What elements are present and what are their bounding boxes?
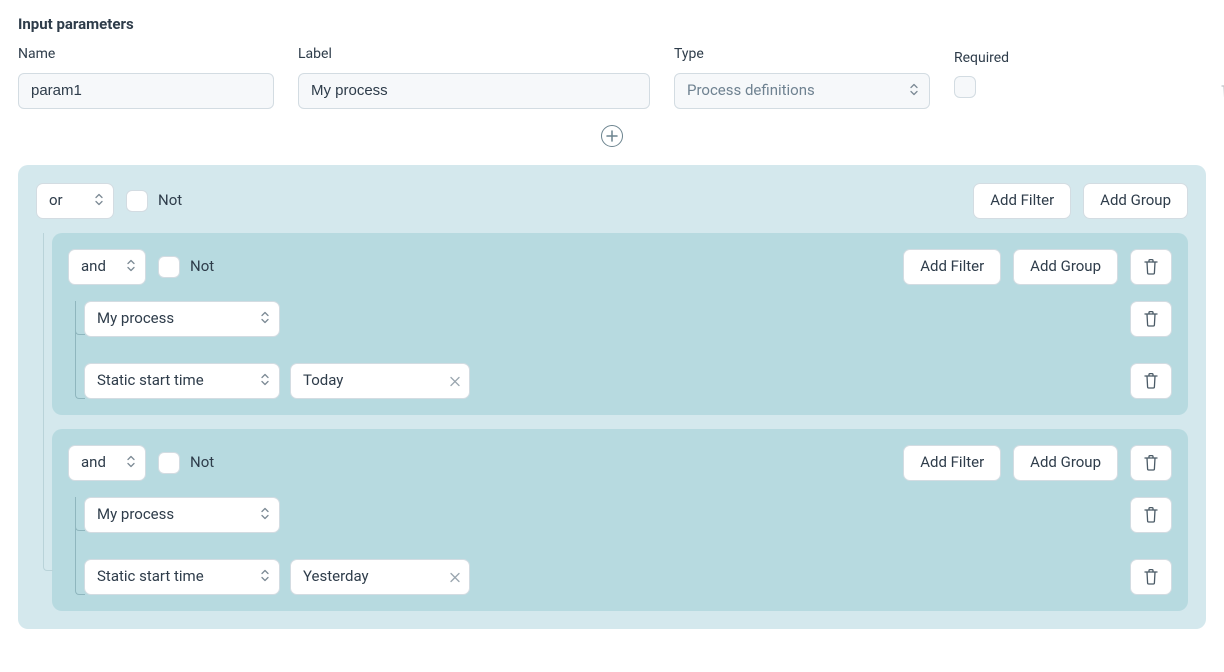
inner1-op-select[interactable]: and [68, 445, 146, 481]
inner0-row0-field-select[interactable]: My process [84, 301, 280, 337]
name-label: Name [18, 45, 274, 65]
x-icon [451, 573, 459, 581]
x-icon [451, 377, 459, 385]
inner1-group-head: and Not Add Filter Add Group [68, 445, 1172, 481]
inner0-row1-field-value: Static start time [97, 370, 204, 391]
inner0-add-filter-button[interactable]: Add Filter [903, 249, 1001, 285]
inner1-row1-value-text: Yesterday [303, 566, 369, 587]
inner0-op-value: and [81, 256, 106, 277]
plus-icon [607, 131, 617, 141]
outer-op-value: or [49, 190, 63, 211]
inner1-row1-field-value: Static start time [97, 566, 204, 587]
required-checkbox[interactable] [954, 76, 976, 98]
inner0-tree: My process Static start time Today [68, 301, 1172, 399]
inner1-row-1: Static start time Yesterday [84, 559, 1172, 595]
outer-not-label: Not [158, 190, 182, 211]
outer-not-wrap: Not [126, 190, 182, 212]
inner0-not-checkbox[interactable] [158, 256, 180, 278]
type-select[interactable]: Process definitions [674, 73, 930, 109]
inner0-row1-value-tag[interactable]: Today [290, 363, 470, 399]
name-column: Name [18, 45, 274, 109]
trash-icon [1142, 506, 1160, 524]
inner0-row1-delete-button[interactable] [1130, 363, 1172, 399]
delete-param-button[interactable] [1198, 73, 1224, 109]
inner1-row1-delete-button[interactable] [1130, 559, 1172, 595]
chevron-updown-icon [126, 452, 136, 473]
inner0-not-wrap: Not [158, 256, 214, 278]
input-params-row: Name Label Type Process definitions Requ… [18, 45, 1206, 109]
chevron-updown-icon [260, 308, 270, 329]
inner1-row0-field-value: My process [97, 504, 174, 525]
inner0-row0-field-value: My process [97, 308, 174, 329]
inner0-add-group-button[interactable]: Add Group [1013, 249, 1118, 285]
label-label: Label [298, 45, 650, 65]
inner1-row1-value-tag[interactable]: Yesterday [290, 559, 470, 595]
outer-not-checkbox[interactable] [126, 190, 148, 212]
trash-icon [1142, 568, 1160, 586]
chevron-updown-icon [909, 80, 919, 101]
chevron-updown-icon [260, 566, 270, 587]
chevron-updown-icon [260, 370, 270, 391]
inner1-row1-field-select[interactable]: Static start time [84, 559, 280, 595]
type-select-value: Process definitions [687, 80, 815, 101]
trash-icon [1142, 372, 1160, 390]
chevron-updown-icon [126, 256, 136, 277]
label-column: Label [298, 45, 650, 109]
inner-group-0: and Not Add Filter Add Group [52, 233, 1188, 415]
name-input[interactable] [18, 73, 274, 109]
inner0-delete-group-button[interactable] [1130, 249, 1172, 285]
inner0-row0-delete-button[interactable] [1130, 301, 1172, 337]
inner0-row-0: My process [84, 301, 1172, 337]
inner1-not-label: Not [190, 452, 214, 473]
inner1-row1-clear-button[interactable] [451, 566, 459, 587]
inner0-row-1: Static start time Today [84, 363, 1172, 399]
inner1-op-value: and [81, 452, 106, 473]
trash-icon [1142, 258, 1160, 276]
section-title: Input parameters [18, 14, 1206, 35]
inner0-row1-field-select[interactable]: Static start time [84, 363, 280, 399]
trash-icon [1219, 82, 1224, 100]
outer-op-select[interactable]: or [36, 183, 114, 219]
inner0-group-head: and Not Add Filter Add Group [68, 249, 1172, 285]
outer-add-filter-button[interactable]: Add Filter [973, 183, 1071, 219]
inner1-delete-group-button[interactable] [1130, 445, 1172, 481]
trash-icon [1142, 454, 1160, 472]
chevron-updown-icon [94, 190, 104, 211]
label-input[interactable] [298, 73, 650, 109]
required-column: Required [954, 49, 1174, 105]
outer-add-group-button[interactable]: Add Group [1083, 183, 1188, 219]
type-label: Type [674, 45, 930, 65]
type-column: Type Process definitions [674, 45, 930, 109]
inner0-not-label: Not [190, 256, 214, 277]
chevron-updown-icon [260, 504, 270, 525]
required-label: Required [954, 49, 1174, 69]
inner1-not-wrap: Not [158, 452, 214, 474]
trash-icon [1142, 310, 1160, 328]
inner0-row1-clear-button[interactable] [451, 370, 459, 391]
add-param-row [18, 125, 1206, 147]
inner0-op-select[interactable]: and [68, 249, 146, 285]
delete-param-column: . [1198, 45, 1224, 109]
inner0-row1-value-text: Today [303, 370, 343, 391]
inner1-add-group-button[interactable]: Add Group [1013, 445, 1118, 481]
filter-panel: or Not Add Filter Add Group and Not [18, 165, 1206, 629]
inner1-tree: My process Static start time Yesterday [68, 497, 1172, 595]
outer-tree: and Not Add Filter Add Group [36, 233, 1188, 611]
add-param-button[interactable] [601, 125, 623, 147]
inner-group-1: and Not Add Filter Add Group [52, 429, 1188, 611]
inner1-add-filter-button[interactable]: Add Filter [903, 445, 1001, 481]
inner1-row0-delete-button[interactable] [1130, 497, 1172, 533]
outer-group-head: or Not Add Filter Add Group [36, 183, 1188, 219]
inner1-row-0: My process [84, 497, 1172, 533]
inner1-row0-field-select[interactable]: My process [84, 497, 280, 533]
inner1-not-checkbox[interactable] [158, 452, 180, 474]
